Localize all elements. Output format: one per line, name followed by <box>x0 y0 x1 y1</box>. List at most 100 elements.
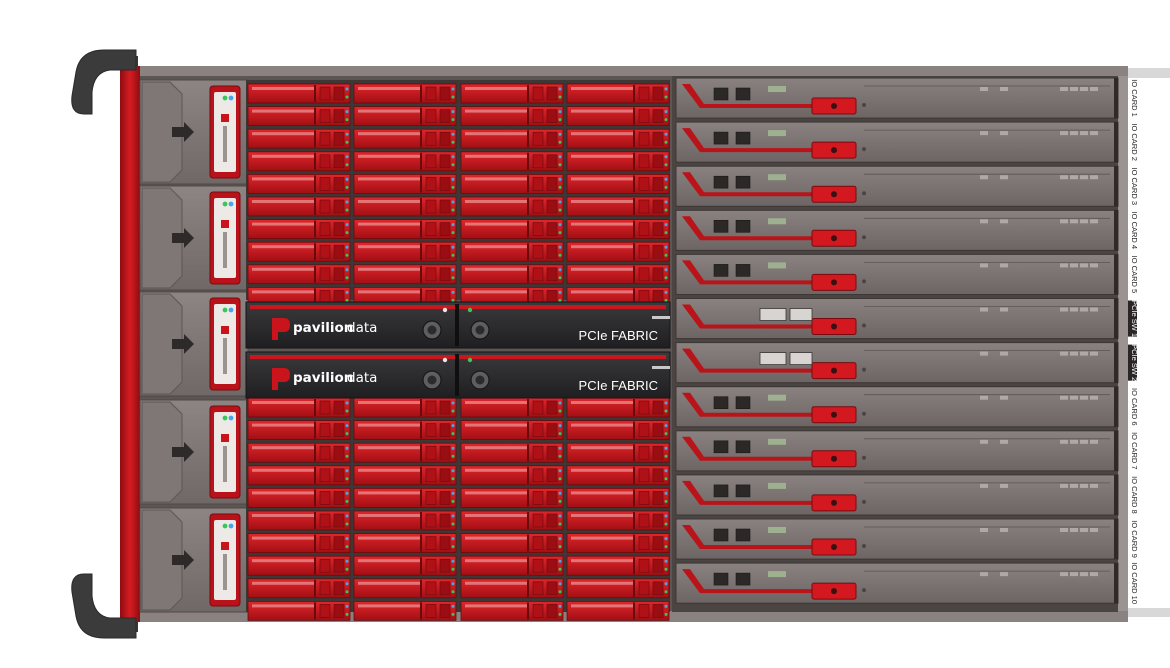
drive-latch-release[interactable] <box>546 222 558 236</box>
drive-latch[interactable] <box>319 558 331 573</box>
nvme-drive-sled[interactable] <box>247 241 351 262</box>
nvme-drive-sled[interactable] <box>353 151 457 172</box>
drive-latch-release[interactable] <box>439 536 451 550</box>
drive-latch[interactable] <box>532 267 544 282</box>
drive-latch[interactable] <box>638 290 650 304</box>
nvme-drive-sled[interactable] <box>353 397 457 418</box>
nvme-drive-sled[interactable] <box>566 128 670 149</box>
drive-latch-release[interactable] <box>333 86 345 101</box>
drive-latch-release[interactable] <box>652 536 664 550</box>
drive-latch[interactable] <box>532 423 544 437</box>
drive-latch[interactable] <box>319 423 331 437</box>
drive-latch-release[interactable] <box>652 468 664 483</box>
qsfp-port-icon[interactable] <box>789 352 813 366</box>
drive-latch-release[interactable] <box>439 558 451 573</box>
io-card[interactable]: IO CARD 3 <box>675 165 1139 207</box>
drive-latch-release[interactable] <box>652 222 664 236</box>
io-card[interactable]: IO CARD 8 <box>675 474 1139 516</box>
nvme-drive-sled[interactable] <box>460 487 564 508</box>
rj45-port-icon[interactable] <box>713 175 729 189</box>
drive-latch-release[interactable] <box>333 244 345 259</box>
io-card[interactable]: IO CARD 7 <box>675 430 1139 472</box>
drive-latch[interactable] <box>319 154 331 169</box>
drive-latch[interactable] <box>638 491 650 505</box>
nvme-drive-sled[interactable] <box>460 219 564 240</box>
drive-latch-release[interactable] <box>652 86 664 101</box>
drive-latch[interactable] <box>638 536 650 550</box>
drive-latch-release[interactable] <box>333 581 345 596</box>
drive-latch[interactable] <box>319 177 331 191</box>
rj45-port-icon[interactable] <box>713 87 729 101</box>
drive-latch-release[interactable] <box>439 199 451 214</box>
rj45-port-icon[interactable] <box>735 572 751 586</box>
drive-latch-release[interactable] <box>333 445 345 460</box>
nvme-drive-sled[interactable] <box>460 510 564 531</box>
drive-latch[interactable] <box>532 222 544 236</box>
drive-latch[interactable] <box>532 604 544 618</box>
drive-latch[interactable] <box>532 199 544 214</box>
nvme-drive-sled[interactable] <box>566 264 670 285</box>
drive-latch[interactable] <box>425 513 437 528</box>
drive-latch[interactable] <box>532 558 544 573</box>
nvme-drive-sled[interactable] <box>566 533 670 553</box>
drive-latch[interactable] <box>425 290 437 304</box>
drive-latch[interactable] <box>638 177 650 191</box>
drive-latch-release[interactable] <box>439 445 451 460</box>
drive-latch-release[interactable] <box>652 109 664 123</box>
qsfp-port-icon[interactable] <box>759 308 787 321</box>
nvme-drive-sled[interactable] <box>460 128 564 149</box>
nvme-drive-sled[interactable] <box>353 442 457 463</box>
drive-latch-release[interactable] <box>439 86 451 101</box>
drive-latch-release[interactable] <box>439 468 451 483</box>
nvme-drive-sled[interactable] <box>247 578 351 599</box>
drive-latch[interactable] <box>532 177 544 191</box>
nvme-drive-sled[interactable] <box>247 601 351 621</box>
drive-latch-release[interactable] <box>333 558 345 573</box>
nvme-drive-sled[interactable] <box>247 196 351 217</box>
nvme-drive-sled[interactable] <box>247 264 351 285</box>
qsfp-port-icon[interactable] <box>759 352 787 366</box>
nvme-drive-sled[interactable] <box>566 151 670 172</box>
nvme-drive-sled[interactable] <box>460 533 564 553</box>
rj45-port-icon[interactable] <box>713 484 729 498</box>
drive-latch[interactable] <box>319 86 331 101</box>
drive-latch-release[interactable] <box>333 154 345 169</box>
drive-latch[interactable] <box>532 581 544 596</box>
drive-latch[interactable] <box>532 290 544 304</box>
drive-latch[interactable] <box>638 604 650 618</box>
rj45-port-icon[interactable] <box>735 220 751 233</box>
rj45-port-icon[interactable] <box>713 131 729 145</box>
nvme-drive-sled[interactable] <box>353 420 457 441</box>
nvme-drive-sled[interactable] <box>353 173 457 194</box>
drive-latch[interactable] <box>425 131 437 146</box>
nvme-drive-sled[interactable] <box>460 578 564 599</box>
drive-latch[interactable] <box>532 536 544 550</box>
io-card[interactable]: IO CARD 1 <box>675 77 1139 119</box>
drive-latch-release[interactable] <box>333 423 345 437</box>
rj45-port-icon[interactable] <box>735 484 751 498</box>
drive-latch[interactable] <box>425 581 437 596</box>
drive-latch-release[interactable] <box>546 244 558 259</box>
rj45-port-icon[interactable] <box>735 264 751 277</box>
rj45-port-icon[interactable] <box>735 440 751 454</box>
drive-latch-release[interactable] <box>439 581 451 596</box>
nvme-drive-sled[interactable] <box>247 173 351 194</box>
drive-latch[interactable] <box>319 131 331 146</box>
nvme-drive-sled[interactable] <box>353 555 457 576</box>
drive-latch-release[interactable] <box>333 491 345 505</box>
drive-latch[interactable] <box>319 199 331 214</box>
drive-latch[interactable] <box>319 604 331 618</box>
drive-latch[interactable] <box>425 468 437 483</box>
drive-latch[interactable] <box>638 513 650 528</box>
drive-latch-release[interactable] <box>439 222 451 236</box>
drive-latch[interactable] <box>638 581 650 596</box>
nvme-drive-sled[interactable] <box>353 83 457 104</box>
nvme-drive-sled[interactable] <box>460 196 564 217</box>
fan-module[interactable] <box>139 399 249 505</box>
drive-latch[interactable] <box>532 244 544 259</box>
nvme-drive-sled[interactable] <box>566 510 670 531</box>
drive-latch-release[interactable] <box>546 86 558 101</box>
nvme-drive-sled[interactable] <box>353 128 457 149</box>
drive-latch-release[interactable] <box>439 491 451 505</box>
drive-latch[interactable] <box>638 244 650 259</box>
